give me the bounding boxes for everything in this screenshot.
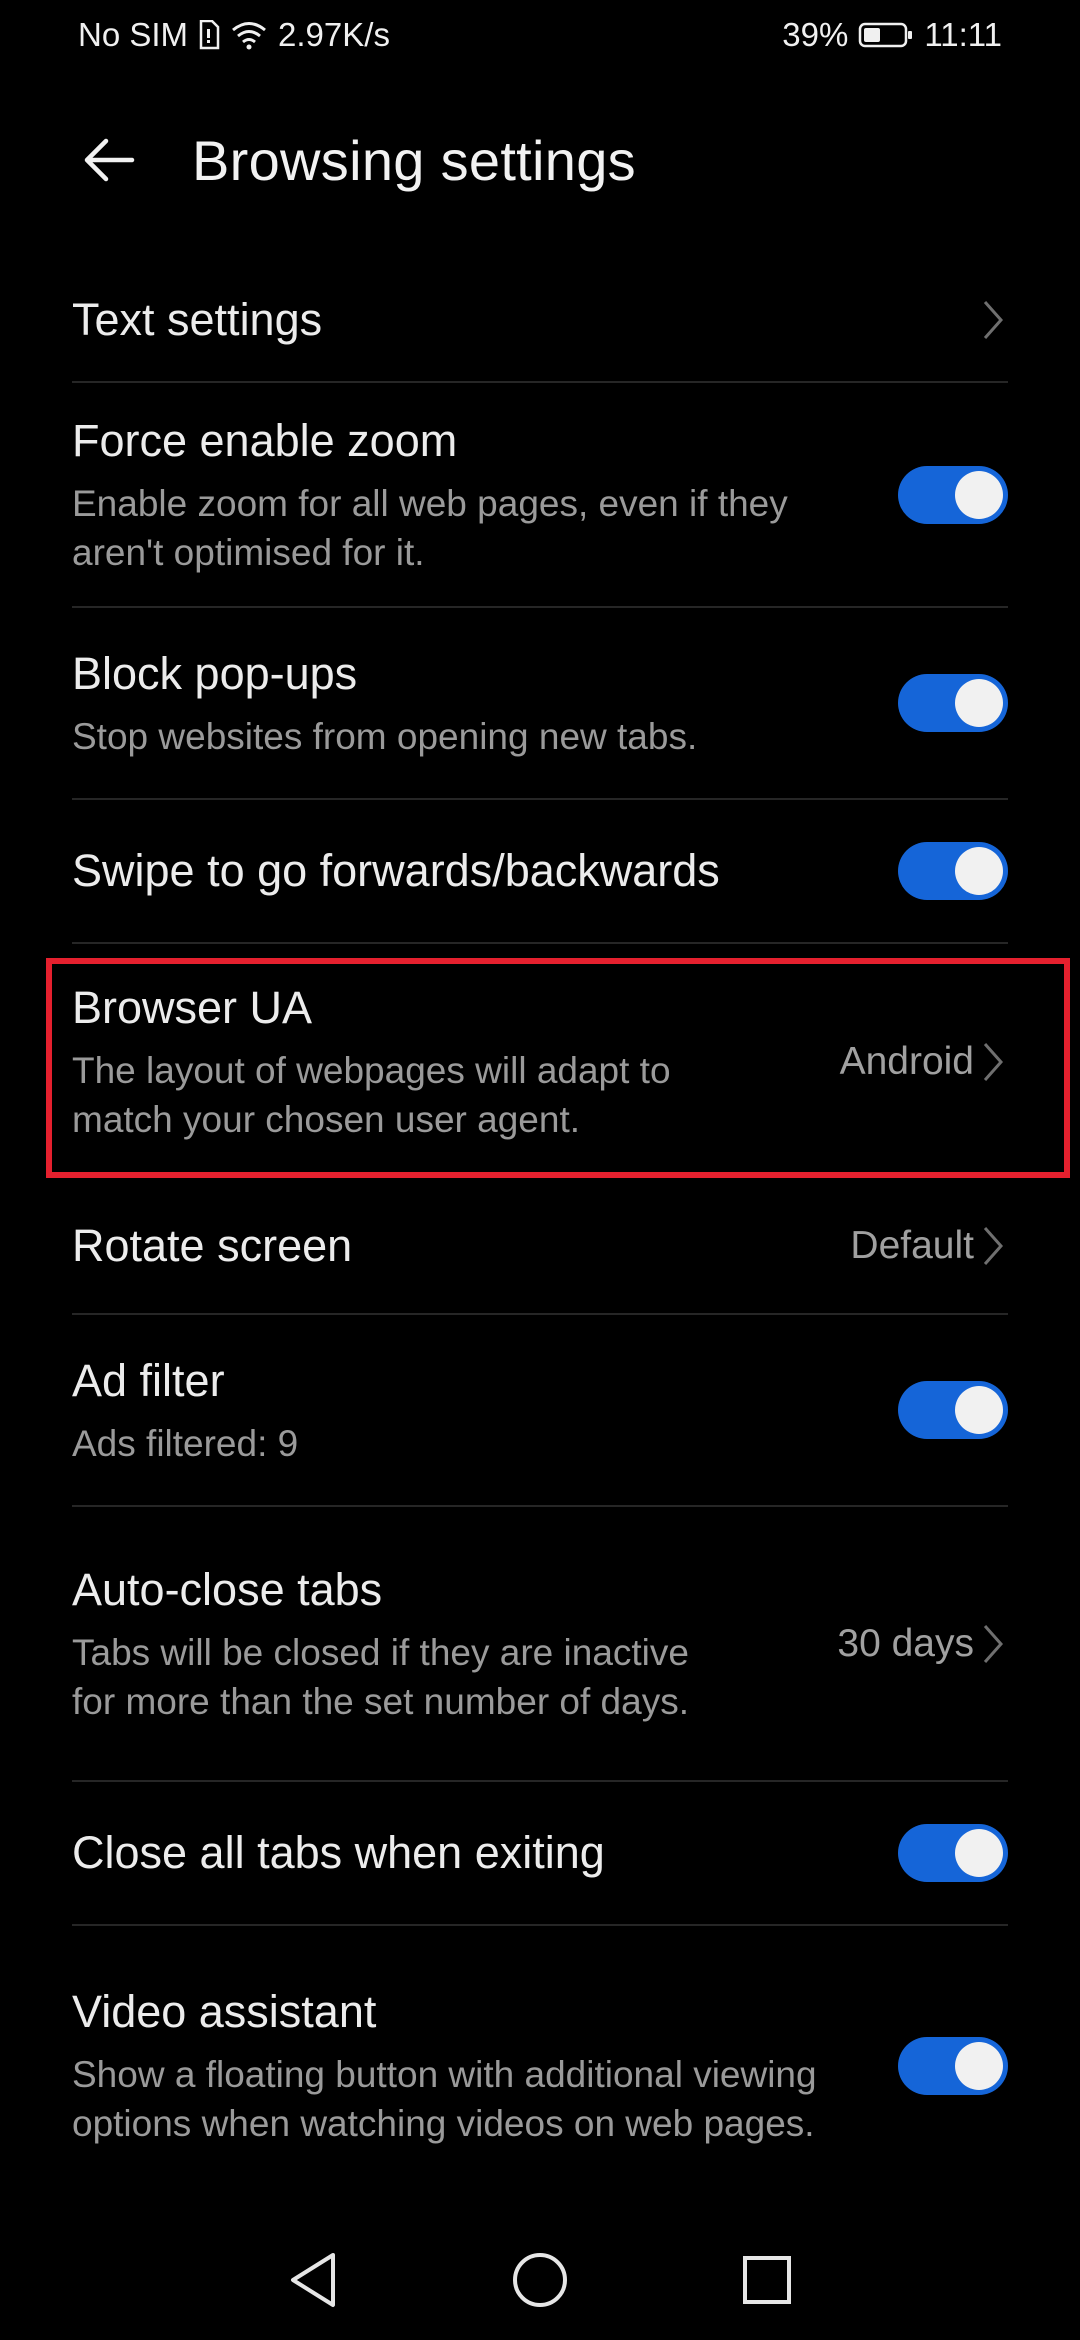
nav-back-button[interactable] bbox=[268, 2235, 358, 2325]
setting-title: Force enable zoom bbox=[72, 414, 458, 466]
setting-subtitle: Enable zoom for all web pages, even if t… bbox=[72, 482, 788, 573]
toggle-knob bbox=[955, 679, 1003, 727]
highlight-box bbox=[46, 958, 1070, 1178]
setting-auto-close-tabs[interactable]: Auto-close tabs Tabs will be closed if t… bbox=[72, 1507, 1008, 1782]
battery-percent-text: 39% bbox=[782, 16, 849, 53]
setting-value: Default bbox=[850, 1224, 974, 1267]
battery-icon bbox=[858, 21, 914, 49]
ad-filter-toggle[interactable] bbox=[898, 1381, 1008, 1439]
setting-title: Auto-close tabs bbox=[72, 1563, 383, 1615]
wifi-icon bbox=[230, 20, 268, 50]
setting-title: Swipe to go forwards/backwards bbox=[72, 845, 720, 896]
chevron-right-icon bbox=[978, 1621, 1008, 1667]
settings-list: Text settings Force enable zoom Enable z… bbox=[72, 258, 1008, 2206]
back-button[interactable] bbox=[70, 122, 146, 198]
setting-subtitle: Stop websites from opening new tabs. bbox=[72, 715, 698, 757]
nav-home-button[interactable] bbox=[495, 2235, 585, 2325]
toggle-knob bbox=[955, 1386, 1003, 1434]
setting-subtitle: Show a floating button with additional v… bbox=[72, 2054, 817, 2144]
video-assistant-toggle[interactable] bbox=[898, 2037, 1008, 2095]
system-navigation-bar bbox=[0, 2220, 1080, 2340]
app-header: Browsing settings bbox=[0, 110, 1080, 210]
setting-text-settings[interactable]: Text settings bbox=[72, 258, 1008, 383]
circle-home-icon bbox=[512, 2253, 567, 2307]
sim-card-icon bbox=[198, 20, 220, 50]
triangle-back-icon bbox=[291, 2253, 336, 2307]
chevron-right-icon bbox=[978, 1223, 1008, 1269]
toggle-knob bbox=[955, 470, 1003, 519]
browsing-settings-screen: No SIM 2.97K/s 39% 11:11 Browsing settin… bbox=[0, 0, 1080, 2340]
setting-video-assistant[interactable]: Video assistant Show a floating button w… bbox=[72, 1926, 1008, 2206]
setting-force-enable-zoom[interactable]: Force enable zoom Enable zoom for all we… bbox=[72, 383, 1008, 608]
force-zoom-toggle[interactable] bbox=[898, 465, 1008, 524]
setting-rotate-screen[interactable]: Rotate screen Default bbox=[72, 1179, 1008, 1315]
square-recents-icon bbox=[742, 2256, 791, 2304]
status-left: No SIM 2.97K/s bbox=[78, 16, 390, 54]
clock-text: 11:11 bbox=[924, 16, 1002, 53]
toggle-knob bbox=[955, 2042, 1003, 2090]
setting-ad-filter[interactable]: Ad filter Ads filtered: 9 bbox=[72, 1315, 1008, 1507]
network-speed-text: 2.97K/s bbox=[278, 16, 390, 53]
status-bar: No SIM 2.97K/s 39% 11:11 bbox=[0, 0, 1080, 70]
status-right: 39% 11:11 bbox=[782, 16, 1002, 54]
toggle-knob bbox=[955, 1829, 1003, 1877]
toggle-knob bbox=[955, 847, 1003, 895]
setting-value: 30 days bbox=[837, 1621, 974, 1665]
chevron-right-icon bbox=[978, 297, 1008, 343]
swipe-navigation-toggle[interactable] bbox=[898, 842, 1008, 900]
setting-title: Video assistant bbox=[72, 1986, 377, 2037]
carrier-text: No SIM bbox=[78, 16, 189, 53]
setting-block-popups[interactable]: Block pop-ups Stop websites from opening… bbox=[72, 608, 1008, 800]
setting-swipe-navigation[interactable]: Swipe to go forwards/backwards bbox=[72, 800, 1008, 944]
setting-title: Rotate screen bbox=[72, 1220, 353, 1271]
setting-title: Close all tabs when exiting bbox=[72, 1827, 605, 1878]
nav-recents-button[interactable] bbox=[722, 2235, 812, 2325]
close-tabs-on-exit-toggle[interactable] bbox=[898, 1824, 1008, 1882]
setting-subtitle: Ads filtered: 9 bbox=[72, 1422, 299, 1464]
block-popups-toggle[interactable] bbox=[898, 674, 1008, 732]
setting-title: Block pop-ups bbox=[72, 647, 358, 699]
setting-subtitle: Tabs will be closed if they are inactive… bbox=[72, 1631, 689, 1722]
back-arrow-icon bbox=[84, 138, 135, 182]
page-title: Browsing settings bbox=[192, 129, 636, 192]
setting-close-tabs-on-exit[interactable]: Close all tabs when exiting bbox=[72, 1782, 1008, 1926]
setting-title: Text settings bbox=[72, 293, 323, 345]
setting-title: Ad filter bbox=[72, 1354, 225, 1406]
